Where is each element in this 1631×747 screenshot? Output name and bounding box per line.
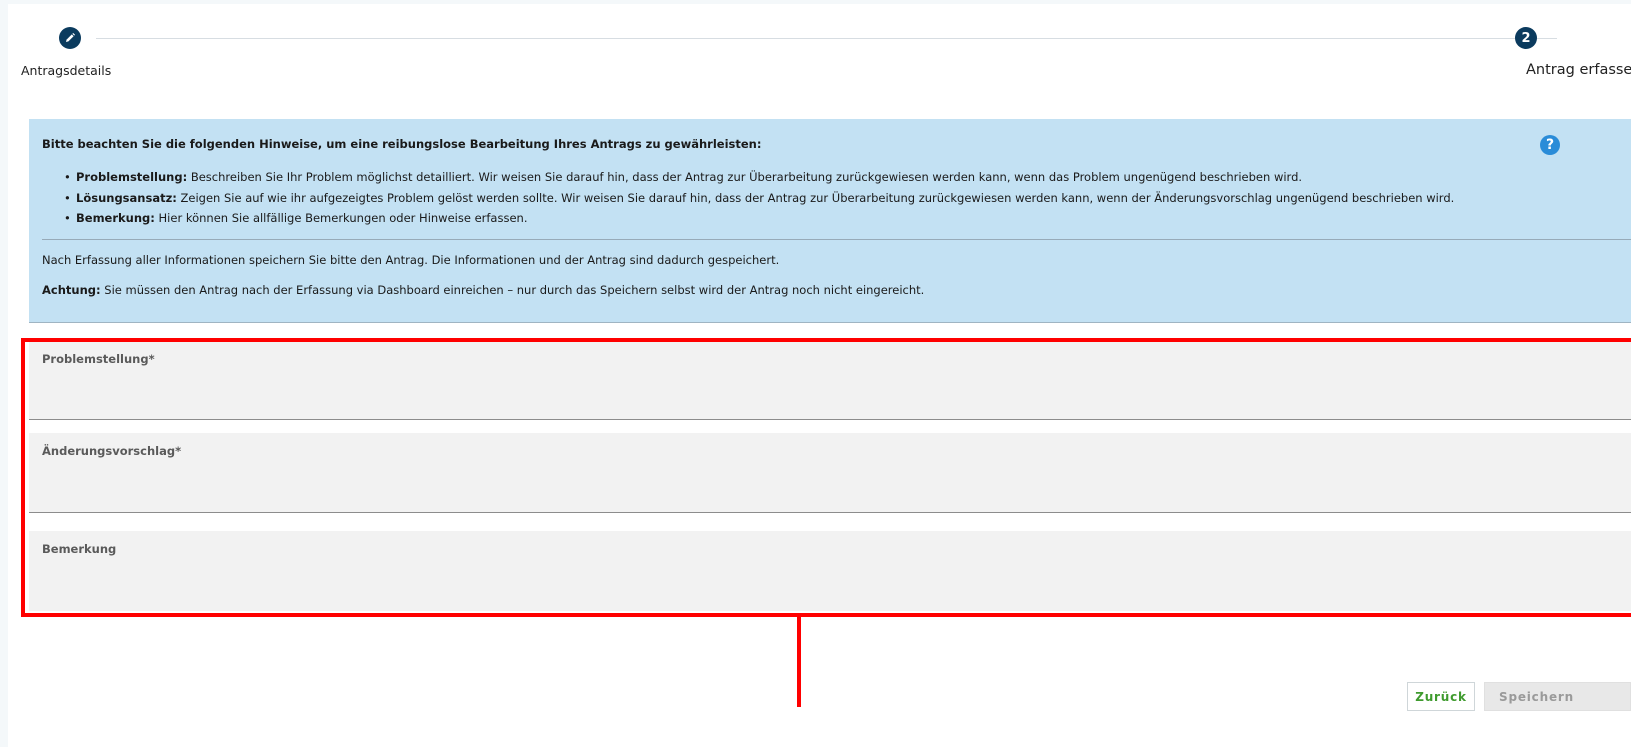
step-1-dot[interactable] [59, 27, 81, 49]
info-title: Bitte beachten Sie die folgenden Hinweis… [42, 137, 762, 151]
step-1-label[interactable]: Antragsdetails [21, 63, 111, 78]
step-2-dot[interactable]: 2 [1515, 27, 1537, 49]
info-item-term: Bemerkung: [76, 211, 155, 225]
stepper-line [96, 38, 1557, 39]
info-list: Problemstellung: Beschreiben Sie Ihr Pro… [64, 167, 1455, 229]
help-icon[interactable]: ? [1540, 135, 1560, 155]
info-save-note: Nach Erfassung aller Informationen speic… [42, 253, 780, 267]
info-list-item: Problemstellung: Beschreiben Sie Ihr Pro… [64, 167, 1454, 188]
info-item-term: Lösungsansatz: [76, 190, 177, 205]
info-list-item: Bemerkung: Hier können Sie allfällige Be… [64, 208, 1454, 229]
info-item-term: Problemstellung: [76, 170, 188, 184]
pencil-icon [66, 33, 75, 42]
info-item-text: Zeigen Sie auf wie ihr aufgezeigtes Prob… [176, 190, 1455, 205]
info-list-item: Lösungsansatz: Zeigen Sie auf wie ihr au… [64, 188, 1455, 209]
info-box: Bitte beachten Sie die folgenden Hinweis… [29, 119, 1631, 323]
info-warning: Achtung: Sie müssen den Antrag nach der … [42, 283, 924, 297]
step-2-number: 2 [1521, 30, 1531, 46]
info-divider [42, 239, 1631, 240]
info-item-text: Beschreiben Sie Ihr Problem möglichst de… [187, 170, 1303, 184]
step-2-label[interactable]: Antrag erfassen [1526, 62, 1631, 78]
info-item-text: Hier können Sie allfällige Bemerkungen o… [154, 211, 528, 225]
info-warning-term: Achtung: [42, 283, 101, 297]
highlight-connector [797, 615, 801, 707]
back-button[interactable]: Zurück [1407, 682, 1475, 711]
help-icon-glyph: ? [1545, 137, 1555, 153]
highlight-frame [21, 338, 1631, 617]
save-button[interactable]: Speichern [1484, 682, 1631, 711]
info-warning-text: Sie müssen den Antrag nach der Erfassung… [100, 283, 925, 297]
